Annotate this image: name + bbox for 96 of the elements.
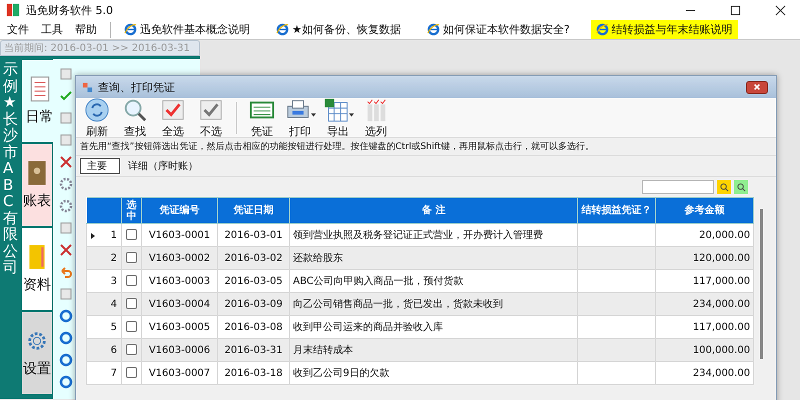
tool-icon[interactable] — [59, 89, 73, 103]
globe-icon — [124, 23, 137, 36]
tool-icon[interactable] — [59, 67, 73, 81]
table-cell: 2016-03-31 — [218, 338, 290, 362]
instruction-text: 首先用“查找”按钮筛选出凭证，然后点击相应的功能按钮进行处理。按住键盘的Ctrl或Shift键，再用鼠标点击行，就可以多选行。 — [76, 138, 776, 156]
row-number: 2 — [110, 252, 117, 264]
refresh-icon — [84, 96, 110, 122]
period-label: 当前期间: 2016-03-01 >> 2016-03-31 — [0, 40, 200, 56]
toolbar-button[interactable]: 导出 — [321, 96, 355, 138]
table-cell: 2016-03-09 — [218, 292, 290, 316]
table-cell: V1603-0006 — [142, 338, 218, 362]
row-checkbox[interactable] — [126, 252, 137, 264]
table-cell: 234,000.00 — [656, 292, 754, 316]
table-cell: V1603-0002 — [142, 246, 218, 270]
caret-icon — [348, 112, 354, 116]
window-title: 迅免财务软件 5.0 — [26, 2, 113, 18]
tool-icon[interactable] — [59, 375, 73, 389]
column-header[interactable]: 凭证编号 — [142, 198, 218, 224]
row-checkbox[interactable] — [126, 321, 137, 332]
tool-icon[interactable] — [59, 199, 73, 213]
row-number: 4 — [110, 298, 117, 310]
tool-icon[interactable] — [59, 155, 73, 169]
table-cell: 向乙公司销售商品一批，货已发出，货款未收到 — [290, 292, 578, 316]
row-checkbox[interactable] — [126, 275, 137, 286]
side-tab[interactable]: 账表 — [21, 143, 53, 227]
toolbar-button[interactable]: 查找 — [118, 96, 152, 138]
tool-icon[interactable] — [59, 243, 73, 257]
column-header[interactable]: 凭证日期 — [218, 198, 290, 224]
tab[interactable]: 主要 — [80, 158, 120, 174]
tool-icon[interactable] — [59, 221, 73, 235]
tool-icon[interactable] — [59, 265, 73, 279]
row-number: 6 — [110, 344, 117, 356]
globe-icon — [276, 23, 289, 36]
row-checkbox[interactable] — [126, 298, 137, 310]
side-tab[interactable]: 设置 — [21, 311, 53, 395]
window-icon — [82, 82, 93, 92]
table-cell: 还款给股东 — [290, 246, 578, 270]
toolbar-button[interactable]: 打印 — [283, 96, 317, 138]
column-header[interactable]: 参考金额 — [656, 198, 754, 224]
table-cell: V1603-0007 — [142, 362, 218, 384]
tool-icon[interactable] — [59, 309, 73, 323]
tab[interactable]: 详细（序时账） — [122, 158, 204, 174]
row-checkbox[interactable] — [126, 367, 137, 378]
row-number: 3 — [110, 276, 117, 286]
notebook-icon — [28, 76, 50, 102]
help-link[interactable]: 结转损益与年末结账说明 — [590, 20, 738, 39]
column-header[interactable]: 选中 — [122, 198, 142, 224]
search-field[interactable] — [642, 180, 714, 194]
table-cell: V1603-0004 — [142, 292, 218, 316]
tool-icon[interactable] — [59, 111, 73, 125]
column-header[interactable]: 备 注 — [290, 198, 578, 224]
row-checkbox[interactable] — [126, 344, 137, 356]
caret-icon — [310, 112, 316, 116]
dialog-title: 查询、打印凭证 — [98, 80, 175, 94]
menu-item[interactable]: 文件 — [2, 21, 34, 38]
table-cell: 100,000.00 — [656, 338, 754, 362]
table-cell: 120,000.00 — [656, 246, 754, 270]
tool-icon[interactable] — [59, 287, 73, 301]
toolbar-button[interactable]: 凭证 — [245, 96, 279, 138]
search-icon — [736, 182, 746, 192]
toolbar-button[interactable]: 全选 — [156, 96, 190, 138]
search-button[interactable] — [717, 180, 731, 194]
row-number: 5 — [110, 322, 117, 332]
globe-icon — [596, 23, 609, 36]
column-header[interactable]: 结转损益凭证？ — [578, 198, 656, 224]
search-icon — [720, 182, 728, 192]
table-cell: 234,000.00 — [656, 362, 754, 384]
tool-icon[interactable] — [59, 353, 73, 367]
company-name: 示例★长沙市ABC有限公司 — [2, 59, 19, 278]
menu-item[interactable]: 工具 — [36, 21, 68, 38]
search-button[interactable] — [734, 180, 748, 194]
app-logo-icon — [6, 3, 20, 17]
table-cell: 月末结转成本 — [290, 338, 578, 362]
table-cell: 2016-03-18 — [218, 362, 290, 384]
tool-icon[interactable] — [59, 177, 73, 191]
book-icon — [26, 160, 48, 186]
help-link[interactable]: 如何保证本软件数据安全? — [422, 20, 575, 39]
menu-item[interactable]: 帮助 — [70, 21, 102, 38]
maximize-icon[interactable] — [730, 4, 741, 16]
help-link[interactable]: 迅免软件基本概念说明 — [119, 20, 255, 39]
globe-icon — [426, 23, 440, 36]
close-icon[interactable] — [775, 4, 786, 16]
toolbar-button[interactable]: 不选 — [194, 96, 228, 138]
tool-icon[interactable] — [59, 331, 73, 345]
close-button[interactable] — [746, 80, 768, 94]
table-cell: 收到乙公司9日的欠款 — [290, 362, 578, 384]
toolbar-button[interactable]: 选列 — [359, 96, 393, 138]
side-tab[interactable]: 资料 — [21, 227, 53, 311]
row-number: 7 — [110, 368, 117, 378]
row-checkbox[interactable] — [126, 229, 137, 240]
table-cell: 2016-03-02 — [218, 246, 290, 270]
tool-icon[interactable] — [59, 133, 73, 147]
close-icon — [753, 83, 761, 91]
toolbar-button[interactable]: 刷新 — [80, 96, 114, 138]
help-link[interactable]: ★如何备份、恢复数据 — [271, 20, 406, 39]
row-number: 1 — [110, 230, 117, 240]
